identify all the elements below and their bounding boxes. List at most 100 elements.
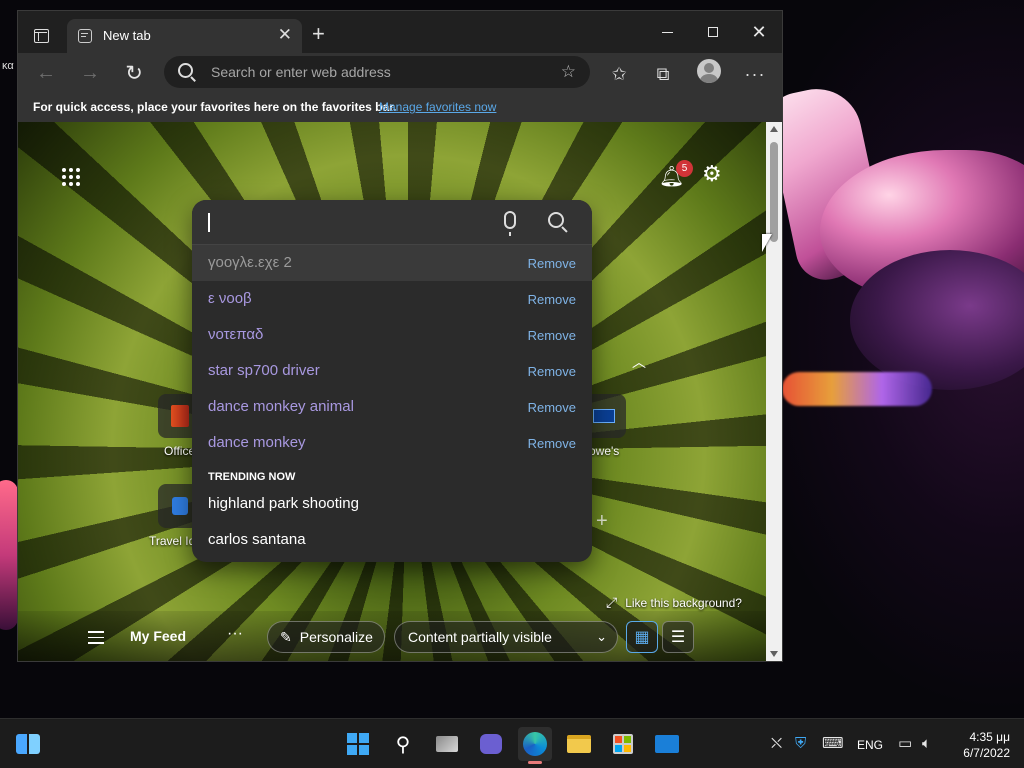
display-icon[interactable]: ▭ <box>898 735 912 753</box>
suggestion-text: dance monkey animal <box>208 398 354 415</box>
widgets-icon[interactable] <box>16 734 40 754</box>
remove-suggestion-button[interactable]: Remove <box>528 436 576 451</box>
list-view-icon: ☰ <box>670 629 686 646</box>
hamburger-menu-icon[interactable] <box>88 631 104 648</box>
clock-time: 4:35 μμ <box>969 730 1010 744</box>
pen-icon: ✎ <box>280 628 292 645</box>
search-submit-icon[interactable] <box>548 212 564 228</box>
remove-suggestion-button[interactable]: Remove <box>528 328 576 343</box>
teams-chat-button[interactable] <box>474 727 508 761</box>
task-view-button[interactable] <box>430 727 464 761</box>
notification-badge: 5 <box>676 160 693 177</box>
scroll-up-arrow-icon[interactable] <box>770 126 778 132</box>
keyboard-icon[interactable]: ⌨ <box>822 735 844 753</box>
tab-title: New tab <box>103 28 151 43</box>
feed-more-icon[interactable]: ··· <box>227 625 243 643</box>
expand-icon: ⤢ <box>606 594 618 610</box>
trending-item[interactable]: highland park shooting <box>208 495 359 512</box>
taskbar-search-button[interactable]: ⚲ <box>386 727 420 761</box>
manage-favorites-link[interactable]: Manage favorites now <box>379 100 496 114</box>
suggestion-text: γοογλε.εχε 2 <box>208 254 292 271</box>
store-icon <box>613 734 633 754</box>
scroll-thumb[interactable] <box>770 142 778 242</box>
microsoft-store-button[interactable] <box>606 727 640 761</box>
address-bar[interactable]: Search or enter web address ☆ <box>164 56 590 88</box>
collapse-chevron-icon[interactable]: ︿ <box>632 352 646 372</box>
favorites-icon: ✩ <box>611 63 627 84</box>
grid-view-icon: ▦ <box>634 629 650 646</box>
travel-bag-icon <box>172 497 188 515</box>
remove-suggestion-button[interactable]: Remove <box>528 364 576 379</box>
remove-suggestion-button[interactable]: Remove <box>528 256 576 271</box>
tab-actions-icon <box>33 29 49 43</box>
windows-logo-icon <box>347 733 369 755</box>
remove-suggestion-button[interactable]: Remove <box>528 292 576 307</box>
suggestion-text: ε νοοβ <box>208 290 252 307</box>
feed-bar: My Feed ··· ✎ Personalize Content partia… <box>18 611 766 661</box>
text-caret <box>208 213 210 232</box>
suggestion-text: dance monkey <box>208 434 306 451</box>
add-site-icon[interactable]: + <box>596 510 608 533</box>
taskbar-clock[interactable]: 4:35 μμ 6/7/2022 <box>950 729 1010 761</box>
new-tab-button[interactable]: + <box>312 23 325 45</box>
new-tab-page: 🔔︎ 5 ⚙ Office Travel Id owe's ︿ + ⤢ Like … <box>18 122 766 661</box>
add-favorite-icon[interactable]: ☆ <box>561 62 576 82</box>
suggestion-item[interactable]: star sp700 driver Remove <box>192 353 592 389</box>
start-button[interactable] <box>341 727 375 761</box>
suggestion-item[interactable]: νοτεπαδ Remove <box>192 317 592 353</box>
page-scrollbar[interactable] <box>766 122 782 661</box>
collections-button[interactable]: ⧉ <box>648 59 678 89</box>
file-explorer-button[interactable] <box>562 727 596 761</box>
profile-avatar-icon[interactable] <box>697 59 721 83</box>
windows-taskbar: ⚲ ⛌ ⛨ ⌨ ENG ▭ 🔈︎ 4:35 μμ 6/7/2022 <box>0 718 1024 768</box>
network-disconnected-icon[interactable]: ⛌ <box>771 735 782 753</box>
refresh-button[interactable]: ↻ <box>118 57 150 89</box>
search-icon: ⚲ <box>395 733 411 756</box>
microphone-icon[interactable] <box>504 211 516 236</box>
tab-actions-button[interactable] <box>28 23 54 49</box>
favorites-button[interactable]: ✩ <box>604 59 634 89</box>
address-placeholder: Search or enter web address <box>211 64 391 80</box>
search-input[interactable] <box>192 200 592 245</box>
tab-close-icon[interactable]: ✕ <box>278 26 292 44</box>
remove-suggestion-button[interactable]: Remove <box>528 400 576 415</box>
maximize-button[interactable] <box>690 11 736 53</box>
trending-heading: TRENDING NOW <box>208 471 296 483</box>
tab-new-tab[interactable]: New tab ✕ <box>67 19 302 53</box>
input-language[interactable]: ENG <box>857 738 883 752</box>
maximize-icon <box>708 27 718 37</box>
suggestion-item[interactable]: dance monkey animal Remove <box>192 389 592 425</box>
security-shield-icon[interactable]: ⛨ <box>795 735 806 753</box>
chevron-down-icon: ⌄ <box>596 629 607 644</box>
active-app-indicator <box>528 761 542 764</box>
content-visibility-dropdown[interactable]: Content partially visible ⌄ <box>394 621 618 653</box>
quick-link-label: owe's <box>589 444 620 458</box>
back-arrow-icon: ← <box>36 61 56 84</box>
gear-icon[interactable]: ⚙ <box>702 162 722 186</box>
forward-arrow-icon: → <box>80 61 100 84</box>
back-button[interactable]: ← <box>30 57 62 89</box>
mail-icon <box>655 735 679 753</box>
mail-button[interactable] <box>650 727 684 761</box>
apps-grid-icon[interactable] <box>62 168 80 186</box>
volume-icon[interactable]: 🔈︎ <box>922 735 931 753</box>
grid-view-button[interactable]: ▦ <box>626 621 658 653</box>
list-view-button[interactable]: ☰ <box>662 621 694 653</box>
suggestion-item[interactable]: γοογλε.εχε 2 Remove <box>192 245 592 281</box>
edge-taskbar-button[interactable] <box>518 727 552 761</box>
suggestion-item[interactable]: ε νοοβ Remove <box>192 281 592 317</box>
close-window-button[interactable]: ✕ <box>736 11 782 53</box>
trending-item[interactable]: carlos santana <box>208 531 306 548</box>
forward-button[interactable]: → <box>74 57 106 89</box>
like-background-button[interactable]: ⤢ Like this background? <box>606 594 742 611</box>
suggestion-item[interactable]: dance monkey Remove <box>192 425 592 461</box>
more-button[interactable]: ··· <box>740 59 770 89</box>
edge-browser-window: New tab ✕ + ✕ ← → ↻ Search or enter web … <box>17 10 783 662</box>
more-icon: ··· <box>744 63 766 84</box>
minimize-button[interactable] <box>644 11 690 53</box>
personalize-button[interactable]: ✎ Personalize <box>267 621 385 653</box>
favorites-bar-message: For quick access, place your favorites h… <box>33 100 397 114</box>
quick-link-label: Office <box>164 444 196 458</box>
scroll-down-arrow-icon[interactable] <box>770 651 778 657</box>
my-feed-tab[interactable]: My Feed <box>130 628 186 644</box>
